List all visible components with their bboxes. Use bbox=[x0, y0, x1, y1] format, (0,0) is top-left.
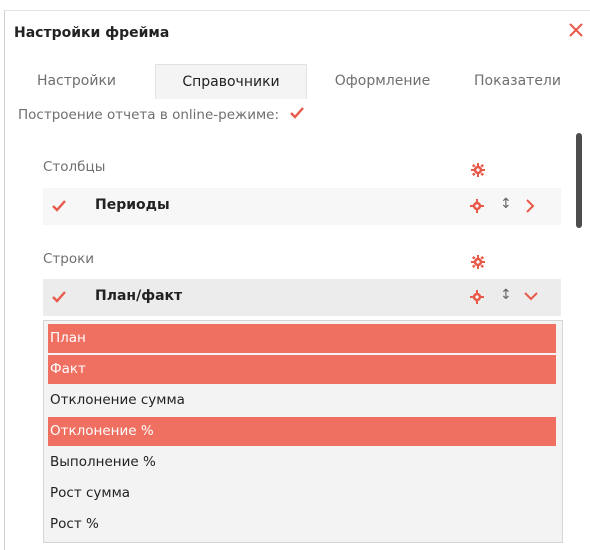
rows-row-planfact[interactable]: План/факт ↕ bbox=[43, 279, 561, 316]
close-icon[interactable] bbox=[565, 18, 587, 42]
gear-icon[interactable] bbox=[470, 199, 484, 213]
list-item-deviation-pct[interactable]: Отклонение % bbox=[48, 417, 556, 446]
gear-icon[interactable] bbox=[471, 255, 485, 269]
periods-checkbox[interactable] bbox=[51, 198, 67, 217]
tab-bar: Настройки Справочники Оформление Показат… bbox=[5, 64, 590, 99]
scrollbar-thumb[interactable] bbox=[576, 133, 582, 228]
list-item-growth-pct[interactable]: Рост % bbox=[48, 510, 556, 539]
tab-settings[interactable]: Настройки bbox=[19, 64, 134, 98]
check-icon bbox=[290, 107, 305, 119]
columns-section-label: Столбцы bbox=[43, 159, 106, 175]
list-item-deviation-sum[interactable]: Отклонение сумма bbox=[48, 386, 556, 415]
check-icon bbox=[52, 200, 66, 212]
planfact-options-list: План Факт Отклонение сумма Отклонение % … bbox=[43, 320, 563, 543]
gear-icon[interactable] bbox=[471, 163, 485, 177]
online-mode-option: Построение отчета в online-режиме: bbox=[18, 106, 305, 124]
list-item-fact[interactable]: Факт bbox=[48, 355, 556, 384]
list-item-growth-sum[interactable]: Рост сумма bbox=[48, 479, 556, 508]
columns-row-periods[interactable]: Периоды ↕ bbox=[43, 188, 561, 225]
sort-icon[interactable]: ↕ bbox=[500, 196, 512, 212]
check-icon bbox=[52, 291, 66, 303]
gear-icon[interactable] bbox=[470, 290, 484, 304]
online-mode-label: Построение отчета в online-режиме: bbox=[18, 107, 280, 123]
sort-icon[interactable]: ↕ bbox=[500, 287, 512, 303]
list-item-plan[interactable]: План bbox=[48, 324, 556, 353]
tab-design[interactable]: Оформление bbox=[315, 64, 450, 98]
online-mode-checkbox[interactable] bbox=[289, 106, 305, 124]
planfact-label: План/факт bbox=[95, 288, 183, 304]
list-item-completion-pct[interactable]: Выполнение % bbox=[48, 448, 556, 477]
tab-indicators[interactable]: Показатели bbox=[455, 64, 580, 98]
tab-dictionaries[interactable]: Справочники bbox=[155, 64, 307, 99]
chevron-down-icon[interactable] bbox=[523, 289, 539, 303]
dialog-title: Настройки фрейма bbox=[14, 25, 170, 41]
periods-label: Периоды bbox=[95, 197, 170, 213]
rows-section-label: Строки bbox=[43, 251, 95, 267]
chevron-right-icon[interactable] bbox=[523, 198, 537, 214]
planfact-checkbox[interactable] bbox=[51, 289, 67, 308]
